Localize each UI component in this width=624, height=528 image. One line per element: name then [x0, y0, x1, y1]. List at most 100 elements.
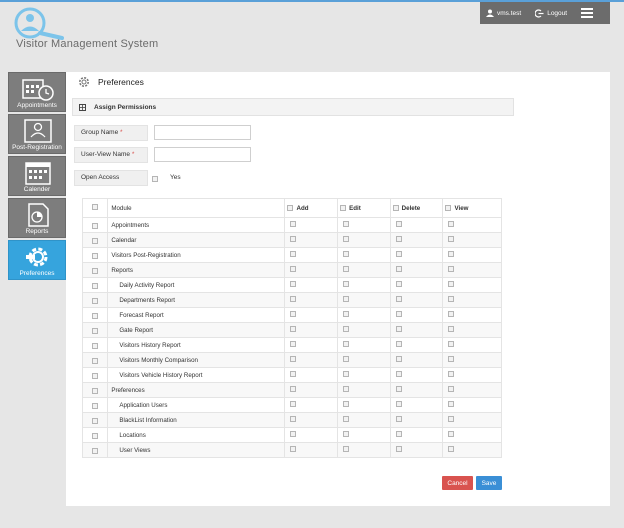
delete-checkbox[interactable]: [395, 341, 402, 347]
delete-checkbox[interactable]: [395, 281, 402, 287]
row-select-checkbox[interactable]: [92, 222, 99, 229]
view-checkbox[interactable]: [448, 446, 455, 452]
delete-checkbox[interactable]: [395, 251, 402, 257]
column-header-module: Module: [107, 198, 286, 218]
edit-checkbox[interactable]: [343, 296, 350, 302]
row-select-checkbox[interactable]: [92, 327, 99, 334]
sidebar-item-appointments[interactable]: Appointments: [8, 72, 66, 112]
open-access-checkbox[interactable]: [152, 176, 158, 182]
edit-checkbox[interactable]: [343, 251, 350, 257]
row-select-checkbox[interactable]: [92, 357, 99, 364]
row-select-checkbox[interactable]: [92, 297, 99, 304]
add-checkbox[interactable]: [290, 281, 297, 287]
delete-checkbox[interactable]: [395, 386, 402, 392]
edit-checkbox[interactable]: [343, 416, 350, 422]
edit-checkbox[interactable]: [343, 326, 350, 332]
delete-checkbox[interactable]: [395, 296, 402, 302]
sidebar-item-post-registration[interactable]: Post-Registration: [8, 114, 66, 154]
view-checkbox[interactable]: [448, 386, 455, 392]
row-select-checkbox[interactable]: [92, 447, 99, 454]
add-checkbox[interactable]: [290, 371, 297, 377]
row-select-checkbox[interactable]: [92, 387, 99, 394]
delete-checkbox[interactable]: [395, 311, 402, 317]
row-select-checkbox[interactable]: [92, 282, 99, 289]
edit-checkbox[interactable]: [343, 401, 350, 407]
row-select-checkbox[interactable]: [92, 267, 99, 274]
hamburger-menu-icon[interactable]: [581, 8, 594, 18]
edit-checkbox[interactable]: [343, 356, 350, 362]
select-all-checkbox[interactable]: [92, 204, 99, 210]
add-checkbox[interactable]: [290, 266, 297, 272]
add-checkbox[interactable]: [290, 356, 297, 362]
delete-checkbox[interactable]: [395, 416, 402, 422]
add-checkbox[interactable]: [290, 296, 297, 302]
view-checkbox[interactable]: [448, 221, 455, 227]
row-select-checkbox[interactable]: [92, 342, 99, 349]
delete-checkbox[interactable]: [395, 356, 402, 362]
row-select-checkbox[interactable]: [92, 312, 99, 319]
view-checkbox[interactable]: [448, 371, 455, 377]
edit-checkbox[interactable]: [343, 341, 350, 347]
edit-checkbox[interactable]: [343, 446, 350, 452]
user-view-name-input[interactable]: [154, 147, 251, 162]
delete-checkbox[interactable]: [395, 326, 402, 332]
add-checkbox[interactable]: [290, 311, 297, 317]
add-checkbox[interactable]: [290, 221, 297, 227]
sidebar-item-preferences[interactable]: Preferences: [8, 240, 66, 280]
view-checkbox[interactable]: [448, 356, 455, 362]
delete-checkbox[interactable]: [395, 266, 402, 272]
add-checkbox[interactable]: [290, 236, 297, 242]
sidebar-item-calender[interactable]: Calender: [8, 156, 66, 196]
add-checkbox[interactable]: [290, 251, 297, 257]
edit-checkbox[interactable]: [343, 266, 350, 272]
view-checkbox[interactable]: [448, 281, 455, 287]
row-select-checkbox[interactable]: [92, 432, 99, 439]
delete-checkbox[interactable]: [395, 236, 402, 242]
edit-checkbox[interactable]: [343, 236, 350, 242]
save-button[interactable]: Save: [476, 476, 502, 490]
row-select-checkbox[interactable]: [92, 402, 99, 409]
view-checkbox[interactable]: [448, 341, 455, 347]
user-menu[interactable]: vms.test: [486, 9, 521, 17]
group-name-input[interactable]: [154, 125, 251, 140]
delete-all-checkbox[interactable]: [392, 204, 399, 211]
add-checkbox[interactable]: [290, 341, 297, 347]
delete-checkbox[interactable]: [395, 446, 402, 452]
sidebar-item-reports[interactable]: Reports: [8, 198, 66, 238]
cancel-button[interactable]: Cancel: [442, 476, 473, 490]
view-checkbox[interactable]: [448, 296, 455, 302]
add-checkbox[interactable]: [290, 326, 297, 332]
edit-checkbox[interactable]: [343, 221, 350, 227]
edit-checkbox[interactable]: [343, 386, 350, 392]
delete-checkbox[interactable]: [395, 431, 402, 437]
view-checkbox[interactable]: [448, 236, 455, 242]
row-select-checkbox[interactable]: [92, 252, 99, 259]
row-select-checkbox[interactable]: [92, 237, 99, 244]
view-checkbox[interactable]: [448, 416, 455, 422]
add-checkbox[interactable]: [290, 401, 297, 407]
add-all-checkbox[interactable]: [287, 204, 294, 211]
view-checkbox[interactable]: [448, 251, 455, 257]
delete-checkbox[interactable]: [395, 371, 402, 377]
edit-all-checkbox[interactable]: [340, 204, 347, 211]
delete-checkbox[interactable]: [395, 401, 402, 407]
view-checkbox[interactable]: [448, 401, 455, 407]
edit-checkbox[interactable]: [343, 281, 350, 287]
delete-checkbox[interactable]: [395, 221, 402, 227]
edit-checkbox[interactable]: [343, 371, 350, 377]
logout-button[interactable]: Logout: [535, 8, 567, 18]
row-select-checkbox[interactable]: [92, 417, 99, 424]
view-checkbox[interactable]: [448, 311, 455, 317]
view-checkbox[interactable]: [448, 431, 455, 437]
checkbox-cell: [442, 397, 502, 413]
view-all-checkbox[interactable]: [445, 204, 452, 211]
row-select-checkbox[interactable]: [92, 372, 99, 379]
edit-checkbox[interactable]: [343, 311, 350, 317]
add-checkbox[interactable]: [290, 386, 297, 392]
view-checkbox[interactable]: [448, 326, 455, 332]
add-checkbox[interactable]: [290, 431, 297, 437]
add-checkbox[interactable]: [290, 416, 297, 422]
edit-checkbox[interactable]: [343, 431, 350, 437]
add-checkbox[interactable]: [290, 446, 297, 452]
view-checkbox[interactable]: [448, 266, 455, 272]
